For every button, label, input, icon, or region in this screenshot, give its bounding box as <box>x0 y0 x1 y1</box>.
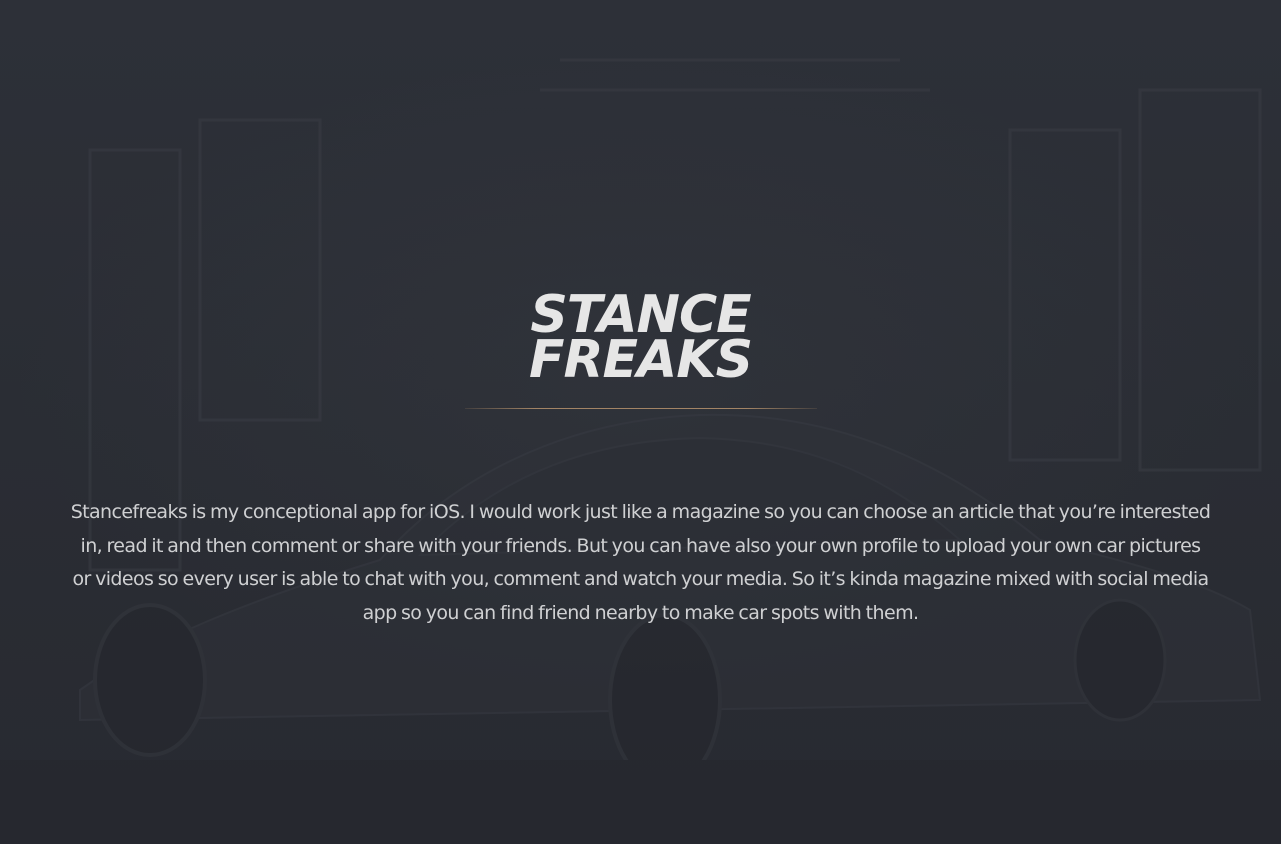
stance-freaks-logo: STANCE FREAKS <box>0 289 1281 390</box>
hero-section: STANCE FREAKS Stancefreaks is my concept… <box>0 0 1281 844</box>
title-divider <box>465 408 817 409</box>
app-description: Stancefreaks is my conceptional app for … <box>70 501 1211 624</box>
background-car-image <box>0 58 1281 844</box>
logo-line-freaks: FREAKS <box>528 330 753 390</box>
